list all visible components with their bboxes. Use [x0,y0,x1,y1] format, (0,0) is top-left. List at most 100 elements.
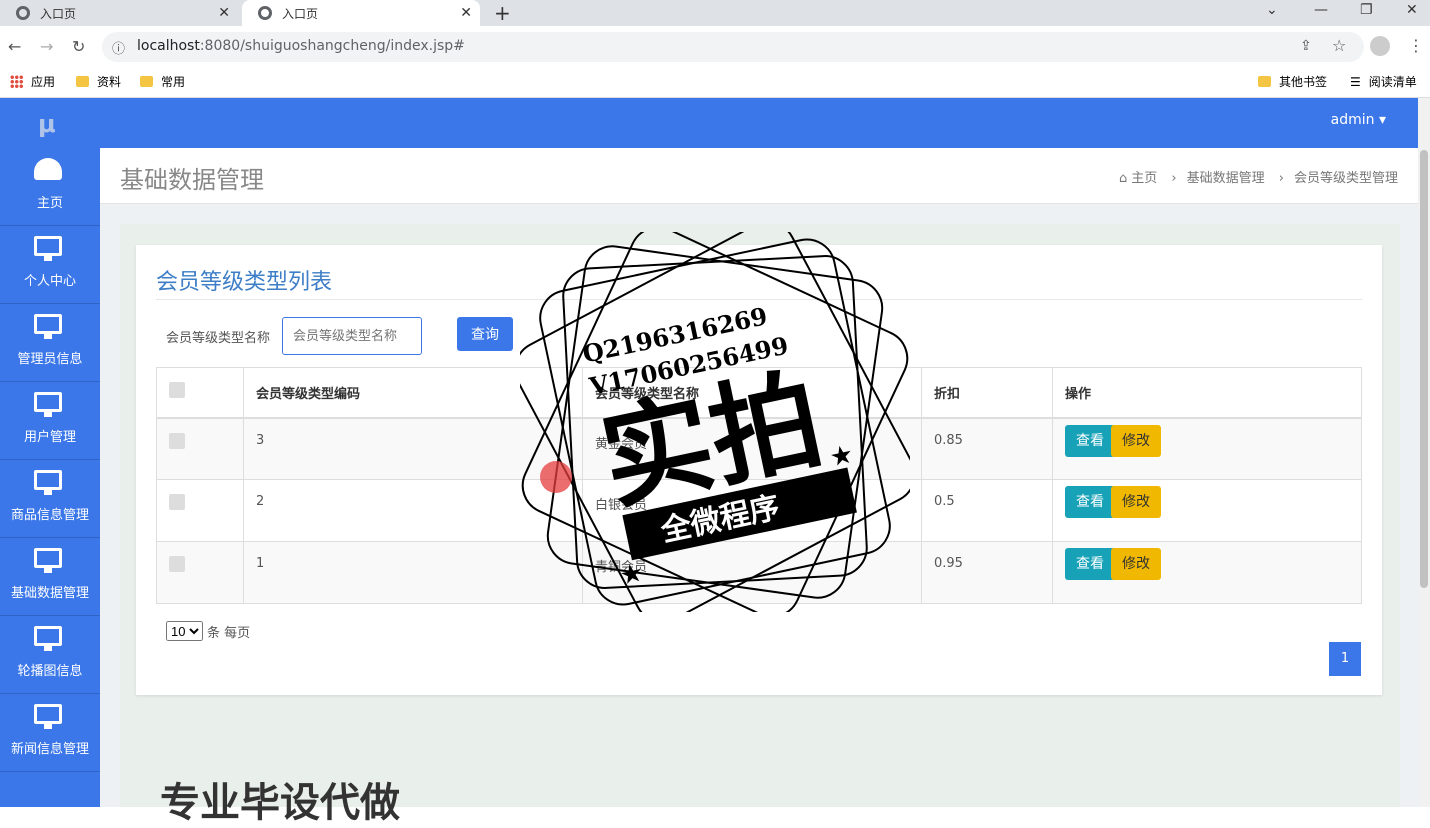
bookmark-label: 其他书签 [1279,75,1328,89]
bookmark-folder[interactable]: 常用 [140,73,185,90]
page-size-label: 条 每页 [207,625,251,641]
chevron-right-icon: › [1278,171,1284,186]
window-close-icon[interactable]: ✕ [1406,2,1418,18]
sidebar-item-label: 管理员信息 [17,352,83,367]
sidebar-item-users[interactable]: 用户管理 [0,382,100,460]
star-icon: ★ [827,439,856,473]
close-tab-icon[interactable]: ✕ [460,5,472,21]
profile-icon[interactable] [1370,36,1390,56]
sidebar-item-home[interactable]: 主页 [0,148,100,226]
sidebar-item-label: 轮播图信息 [17,664,83,679]
apps-icon [10,75,23,88]
view-button[interactable]: 查看 [1065,548,1115,580]
monitor-icon [34,236,62,261]
home-icon: ⌂ [1119,171,1128,186]
folder-icon [76,76,89,87]
sidebar-item-products[interactable]: 商品信息管理 [0,460,100,538]
select-all-cell [156,367,244,419]
browser-tab-active[interactable]: 入口页 ✕ [242,0,480,26]
bookmark-label: 资料 [97,75,122,89]
edit-button[interactable]: 修改 [1111,486,1161,518]
sidebar-item-profile[interactable]: 个人中心 [0,226,100,304]
cell-actions: 查看 修改 [1052,541,1362,604]
search-input[interactable] [282,317,422,355]
reading-list-icon: ☰ [1350,74,1361,89]
monitor-icon [34,470,62,495]
view-button[interactable]: 查看 [1065,424,1115,457]
reload-icon[interactable]: ↻ [72,37,85,56]
close-tab-icon[interactable]: ✕ [218,5,230,21]
breadcrumb-home[interactable]: 主页 [1131,171,1157,186]
share-icon[interactable]: ⇪ [1300,38,1312,54]
monitor-icon [34,626,62,651]
breadcrumb: ⌂ 主页 › 基础数据管理 › 会员等级类型管理 [1109,167,1398,186]
menu-icon[interactable]: ⋮ [1408,36,1424,55]
sidebar-item-label: 用户管理 [23,430,76,445]
cell-discount: 0.95 [921,541,1053,604]
folder-icon [1258,76,1271,87]
monitor-icon [34,314,62,339]
column-header[interactable]: 折扣 [921,367,1053,419]
row-checkbox[interactable] [169,494,185,510]
sidebar-item-label: 个人中心 [23,274,76,289]
back-icon[interactable]: ← [8,37,21,56]
new-tab-icon[interactable]: + [494,1,511,25]
sidebar-item-basic-data[interactable]: 基础数据管理 [0,538,100,616]
browser-tab[interactable]: 入口页 ✕ [0,0,238,26]
tab-title: 入口页 [40,6,77,21]
caret-down-icon: ▾ [1378,112,1386,128]
edit-button[interactable]: 修改 [1111,548,1161,580]
bookmark-label: 常用 [161,75,186,89]
column-header: 操作 [1052,367,1362,419]
sidebar-item-carousel[interactable]: 轮播图信息 [0,616,100,694]
bookmark-apps[interactable]: 应用 [10,73,55,90]
breadcrumb-item[interactable]: 基础数据管理 [1187,171,1265,186]
breadcrumb-current: 会员等级类型管理 [1293,171,1398,186]
star-icon[interactable]: ☆ [1332,36,1346,55]
reading-list[interactable]: ☰ 阅读清单 [1350,73,1417,90]
monitor-icon [34,548,62,573]
row-select-cell [156,479,244,542]
minimize-icon[interactable]: — [1314,2,1328,18]
sidebar-item-news[interactable]: 新闻信息管理 [0,694,100,772]
search-button[interactable]: 查询 [457,317,513,351]
cell-actions: 查看 修改 [1052,479,1362,542]
star-icon: ★ [617,558,646,592]
view-button[interactable]: 查看 [1065,486,1115,518]
page-size-select[interactable]: 10 [166,621,203,641]
sidebar-item-admins[interactable]: 管理员信息 [0,304,100,382]
page-size-control: 10 条 每页 [166,621,250,641]
bookmark-label: 阅读清单 [1368,75,1417,89]
url-host: localhost [137,38,200,54]
cell-discount: 0.5 [921,479,1053,542]
sidebar-item-label: 基础数据管理 [10,586,89,601]
pagination-current-page[interactable]: 1 [1329,642,1361,676]
row-select-cell [156,417,244,480]
bookmarks-bar [0,68,1430,98]
row-checkbox[interactable] [169,432,185,449]
globe-icon [16,6,30,20]
app-header [0,98,1418,148]
page-title: 基础数据管理 [120,166,264,194]
info-icon[interactable]: ⓘ [112,38,125,57]
sidebar-item-label: 商品信息管理 [10,508,89,523]
url-text: localhost:8080/shuiguoshangcheng/index.j… [137,38,465,54]
row-checkbox[interactable] [169,556,185,572]
select-all-checkbox[interactable] [169,382,185,399]
app-logo: μ [38,110,56,138]
forward-icon[interactable]: → [40,37,53,56]
globe-icon [258,6,272,20]
cell-discount: 0.85 [921,417,1053,480]
bookmark-folder[interactable]: 资料 [76,73,121,90]
maximize-icon[interactable]: ❐ [1360,2,1373,18]
sidebar-item-label: 新闻信息管理 [10,742,89,757]
bookmark-other[interactable]: 其他书签 [1258,73,1327,90]
tab-search-icon[interactable]: ⌄ [1266,2,1278,18]
edit-button[interactable]: 修改 [1111,424,1161,457]
scrollbar-thumb[interactable] [1420,150,1428,588]
sidebar-item-label: 主页 [36,196,63,211]
search-label: 会员等级类型名称 [166,331,271,346]
watermark-stamp: Q2196316269 V17060256499 实拍 全微程序 ★ ★ [520,232,910,612]
user-menu[interactable]: admin ▾ [1331,112,1386,128]
monitor-icon [34,392,62,417]
